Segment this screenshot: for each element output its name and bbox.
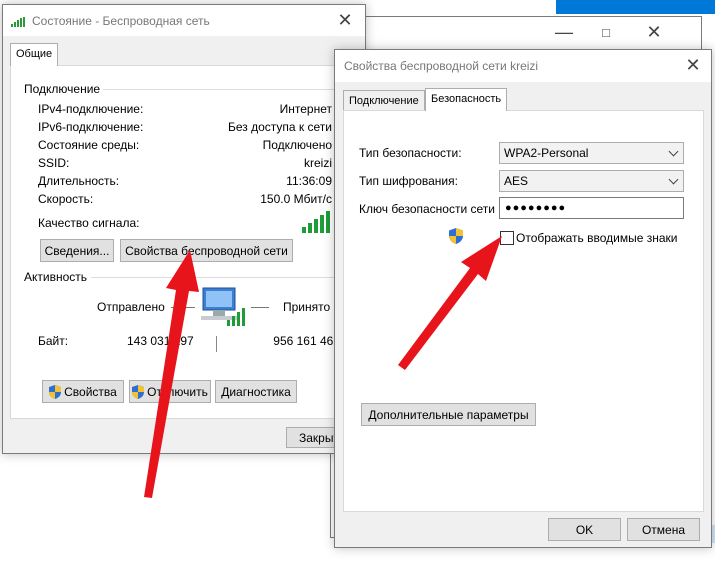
security-type-value: WPA2-Personal	[504, 146, 589, 160]
bytes-label: Байт:	[38, 334, 69, 348]
wifi-signal-icon	[11, 16, 27, 27]
row-value: 11:36:09	[286, 174, 332, 188]
row-label: SSID:	[38, 156, 70, 170]
encryption-type-label: Тип шифрования:	[359, 174, 458, 188]
properties-window-title: Свойства беспроводной сети kreizi	[344, 59, 539, 73]
row-label: Длительность:	[38, 174, 120, 188]
row-value: Подключено	[262, 138, 332, 152]
properties-window: Свойства беспроводной сети kreizi ✕ Подк…	[334, 49, 712, 548]
ok-button[interactable]: OK	[548, 518, 621, 541]
row-label: IPv4-подключение:	[38, 102, 144, 116]
status-titlebar: Состояние - Беспроводная сеть ✕	[3, 5, 365, 36]
shield-icon	[49, 384, 62, 399]
bytes-divider	[216, 336, 217, 352]
status-panel: Подключение IPv4-подключение: Интернет I…	[10, 65, 357, 419]
row-label: Состояние среды:	[38, 138, 140, 152]
tab-connection[interactable]: Подключение	[343, 90, 425, 111]
chevron-down-icon	[668, 174, 679, 185]
cancel-button[interactable]: Отмена	[627, 518, 700, 541]
group-divider	[91, 277, 341, 278]
close-icon[interactable]: ✕	[325, 5, 365, 36]
row-label: IPv6-подключение:	[38, 120, 144, 134]
sent-label: Отправлено	[97, 300, 165, 314]
security-panel: Тип безопасности: WPA2-Personal Тип шифр…	[343, 110, 704, 512]
signal-quality-label: Качество сигнала:	[38, 216, 140, 230]
close-icon[interactable]: ✕	[631, 17, 677, 48]
wireless-properties-button[interactable]: Свойства беспроводной сети	[120, 239, 293, 262]
tab-general[interactable]: Общие	[10, 43, 59, 66]
disable-button[interactable]: Отключить	[129, 380, 211, 403]
received-label: Принято	[283, 300, 331, 314]
minimize-icon[interactable]: —	[541, 17, 587, 48]
shield-icon	[449, 228, 463, 247]
shield-icon	[132, 384, 145, 399]
details-button[interactable]: Сведения...	[40, 239, 114, 262]
activity-group-label: Активность	[24, 270, 88, 284]
diagnostics-button[interactable]: Диагностика	[215, 380, 297, 403]
sent-line	[171, 307, 195, 308]
security-key-value: ●●●●●●●●	[505, 202, 567, 214]
background-app-strip	[556, 0, 715, 14]
advanced-settings-button[interactable]: Дополнительные параметры	[361, 403, 536, 426]
properties-button-label: Свойства	[64, 384, 117, 399]
chevron-down-icon	[668, 146, 679, 157]
show-characters-label[interactable]: Отображать вводимые знаки	[516, 231, 677, 245]
tab-security[interactable]: Безопасность	[425, 88, 508, 111]
group-divider	[103, 89, 341, 90]
show-characters-checkbox[interactable]	[500, 231, 514, 245]
maximize-icon[interactable]: □	[583, 17, 629, 48]
close-icon[interactable]: ✕	[675, 50, 711, 81]
connection-group-label: Подключение	[24, 82, 101, 96]
security-key-field[interactable]: ●●●●●●●●	[499, 197, 684, 219]
properties-titlebar: Свойства беспроводной сети kreizi ✕	[335, 50, 711, 82]
received-line	[251, 307, 269, 308]
row-value: kreizi	[303, 156, 332, 170]
signal-bars-icon	[302, 211, 332, 236]
status-window: Состояние - Беспроводная сеть ✕ Общие По…	[2, 4, 366, 454]
bytes-sent-value: 143 031 297	[127, 334, 194, 348]
security-type-label: Тип безопасности:	[359, 146, 462, 160]
row-value: 150.0 Мбит/с	[260, 192, 332, 206]
bytes-received-value: 956 161 462	[273, 334, 340, 348]
status-window-title: Состояние - Беспроводная сеть	[32, 14, 210, 28]
security-key-label: Ключ безопасности сети	[359, 202, 495, 216]
row-value: Без доступа к сети	[228, 120, 332, 134]
network-computer-icon	[197, 284, 247, 333]
disable-button-label: Отключить	[147, 384, 208, 399]
encryption-type-select[interactable]: AES	[499, 170, 684, 192]
row-label: Скорость:	[38, 192, 94, 206]
row-value: Интернет	[279, 102, 332, 116]
security-type-select[interactable]: WPA2-Personal	[499, 142, 684, 164]
properties-button[interactable]: Свойства	[42, 380, 124, 403]
encryption-type-value: AES	[504, 174, 529, 188]
